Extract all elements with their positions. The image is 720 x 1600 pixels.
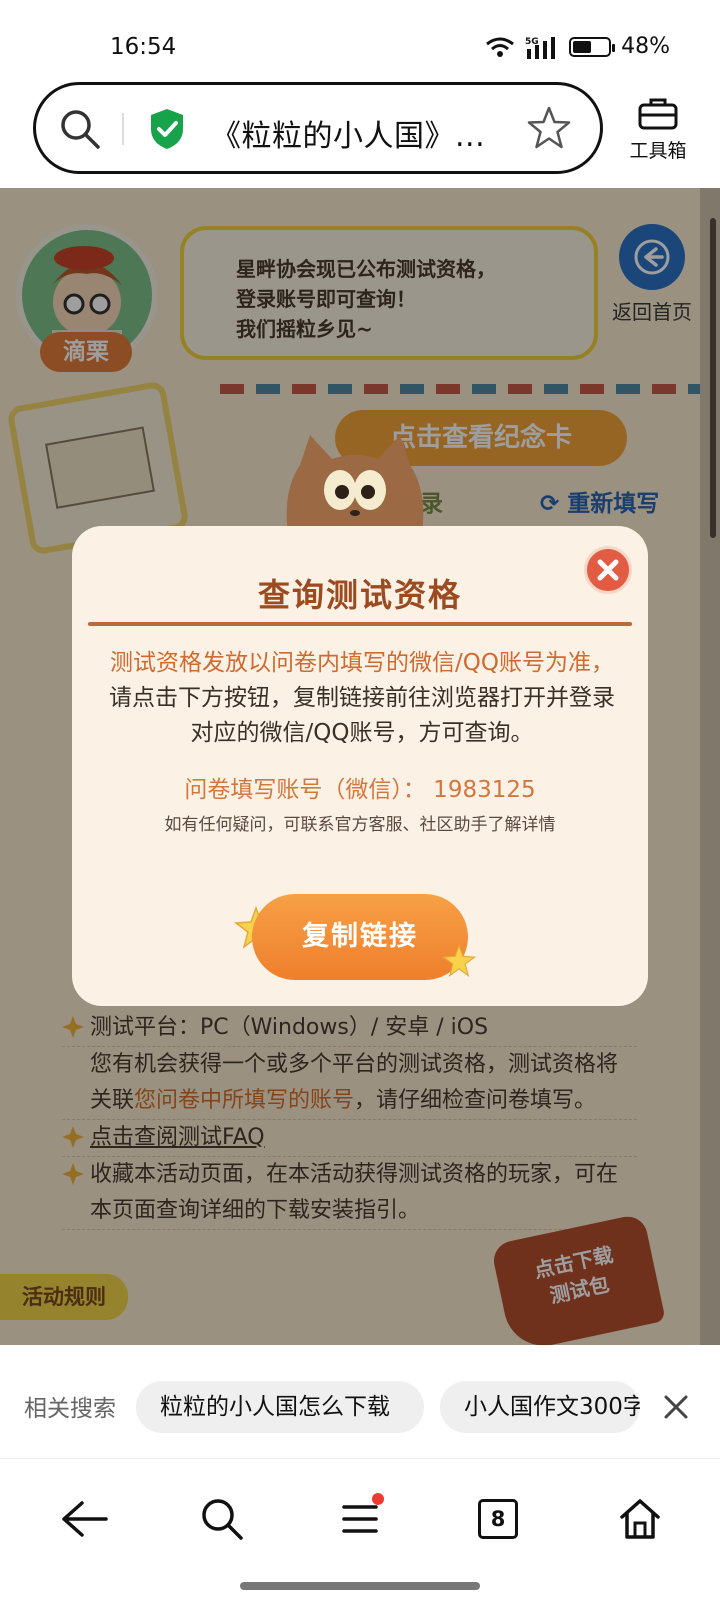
- status-indicators: 5G 48%: [485, 34, 670, 59]
- survey-account-line: 问卷填写账号（微信）： 1983125: [184, 777, 536, 803]
- battery-icon: [569, 36, 616, 57]
- nav-home-button[interactable]: [610, 1489, 670, 1549]
- toolbox-label: 工具箱: [629, 140, 687, 162]
- notification-dot: [372, 1493, 384, 1505]
- related-search-bar: 相关搜索 粒粒的小人国怎么下载 小人国作文300字: [0, 1355, 720, 1455]
- search-icon: [202, 1499, 243, 1540]
- query-qualification-modal: 查询测试资格 测试资格发放以问卷内填写的微信/QQ账号为准， 请点击下方按钮，复制…: [72, 526, 648, 1006]
- copy-link-button[interactable]: 复制链接: [252, 894, 468, 980]
- related-search-chip[interactable]: 粒粒的小人国怎么下载: [136, 1381, 424, 1433]
- toolbox-icon: [638, 98, 678, 130]
- address-bar[interactable]: 《粒粒的小人国》...: [33, 82, 603, 174]
- star-decoration-icon: [442, 944, 476, 978]
- signal-icon: 5G: [525, 36, 556, 59]
- star-outline-icon[interactable]: [526, 105, 572, 151]
- nav-back-button[interactable]: [54, 1489, 114, 1549]
- nav-menu-button[interactable]: [330, 1489, 390, 1549]
- modal-message-accent: 测试资格发放以问卷内填写的微信/QQ账号为准，: [110, 650, 614, 676]
- close-icon: [597, 559, 619, 581]
- modal-message-rest: 请点击下方按钮，复制链接前往浏览器打开并登录对应的微信/QQ账号，方可查询。: [109, 685, 615, 746]
- tab-count: 8: [478, 1499, 518, 1539]
- shield-check-icon[interactable]: [148, 107, 186, 151]
- help-text: 如有任何疑问，可联系官方客服、社区助手了解详情: [164, 815, 556, 835]
- search-icon[interactable]: [58, 107, 102, 151]
- related-search-chip[interactable]: 小人国作文300字: [440, 1381, 640, 1433]
- status-time: 16:54: [110, 34, 177, 60]
- modal-message: 测试资格发放以问卷内填写的微信/QQ账号为准， 请点击下方按钮，复制链接前往浏览器…: [102, 646, 622, 751]
- home-icon: [620, 1499, 660, 1539]
- back-arrow-icon: [62, 1501, 108, 1537]
- modal-title: 查询测试资格: [257, 576, 462, 614]
- related-search-label: 相关搜索: [24, 1396, 116, 1422]
- close-icon[interactable]: [660, 1391, 692, 1423]
- wifi-icon: [486, 37, 515, 57]
- nav-search-button[interactable]: [192, 1489, 252, 1549]
- page-title[interactable]: 《粒粒的小人国》...: [211, 111, 501, 155]
- toolbox-button[interactable]: 工具箱: [612, 96, 704, 166]
- status-bar: 16:54 5G 48%: [0, 0, 720, 80]
- modal-close-button[interactable]: [584, 546, 632, 594]
- battery-percent: 48%: [621, 34, 670, 59]
- modal-divider: [88, 622, 632, 626]
- menu-icon: [342, 1505, 378, 1533]
- nav-tabs-button[interactable]: 8: [468, 1489, 528, 1549]
- home-indicator[interactable]: [240, 1582, 480, 1590]
- address-divider: [122, 113, 124, 145]
- browser-bottom-nav: 8: [0, 1458, 720, 1600]
